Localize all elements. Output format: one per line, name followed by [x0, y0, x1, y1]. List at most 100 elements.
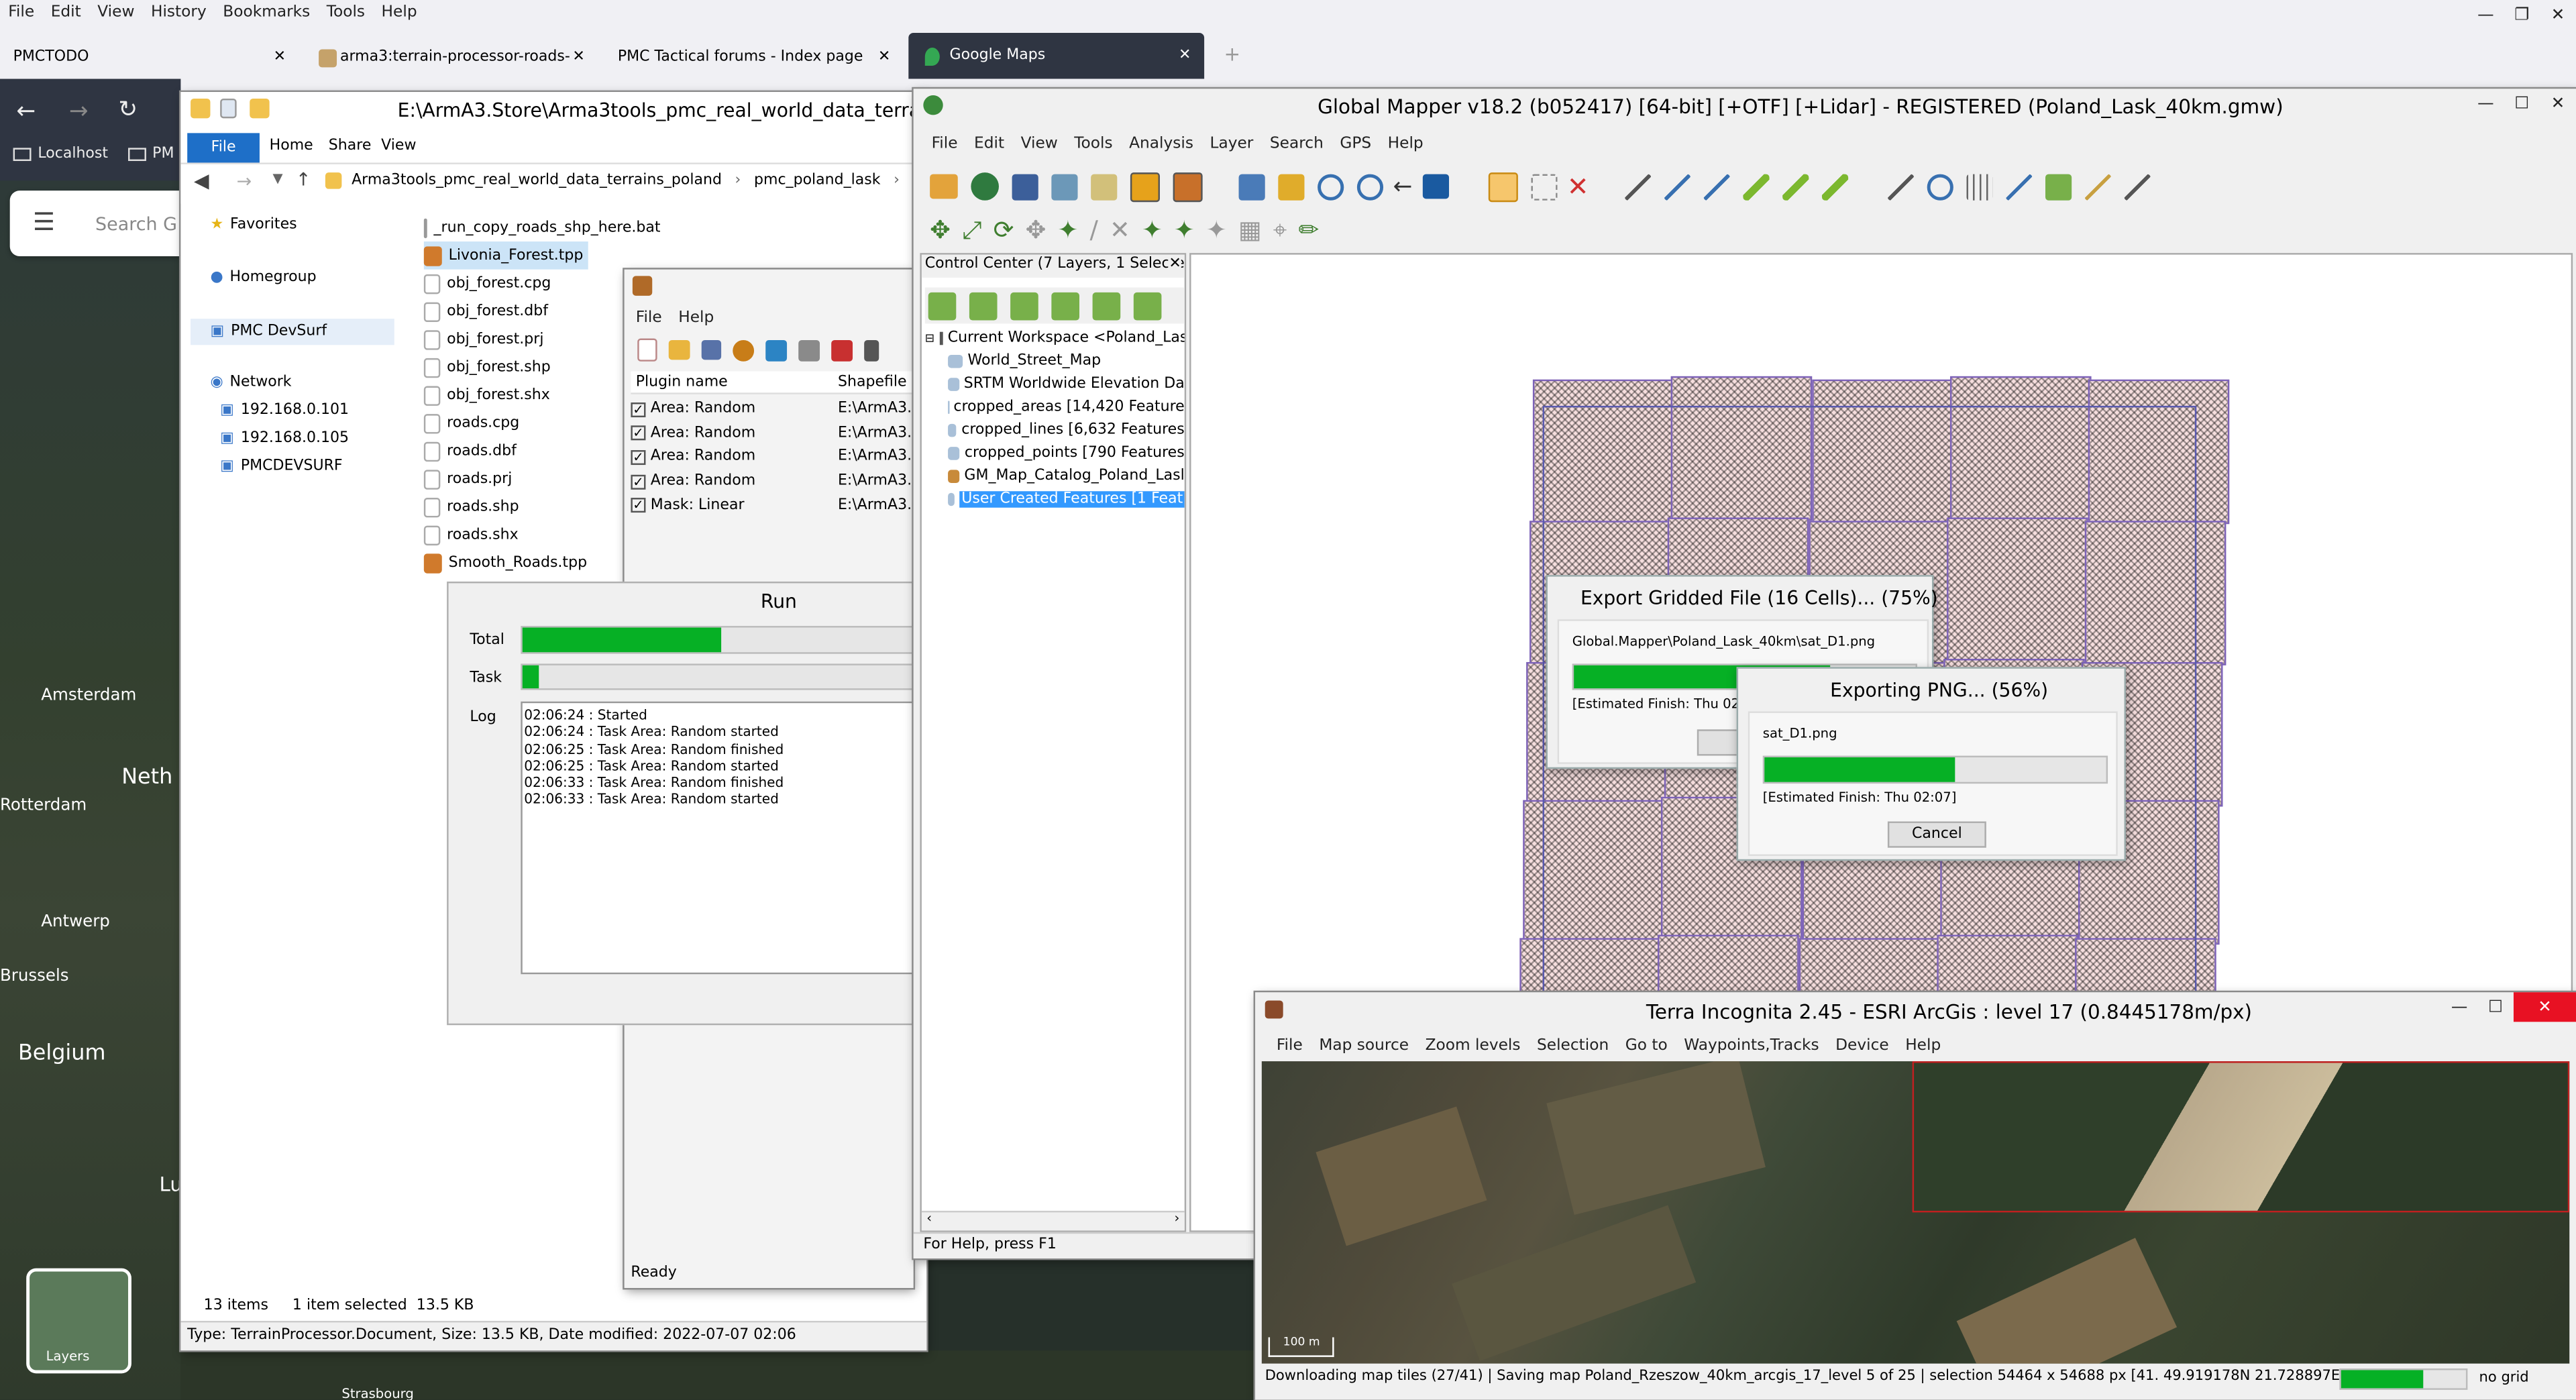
scroll-right-icon[interactable]: ›	[1175, 1211, 1180, 1226]
menu-help[interactable]: Help	[373, 3, 425, 21]
tool-icon[interactable]	[864, 339, 879, 361]
menu-analysis[interactable]: Analysis	[1121, 135, 1201, 153]
menu-help[interactable]: Help	[1897, 1036, 1949, 1055]
ti-satellite-map[interactable]: 100 m	[1261, 1061, 2570, 1364]
tree-item-layer[interactable]: cropped_points [790 Features	[925, 442, 1185, 465]
minimize-icon[interactable]: —	[2441, 992, 2477, 1022]
area-icon[interactable]	[2045, 173, 2072, 200]
close-layers-icon[interactable]	[969, 291, 998, 320]
list-item[interactable]: roads.cpg	[423, 409, 654, 437]
tab-close-icon[interactable]: ✕	[1179, 48, 1191, 64]
resize-icon[interactable]: ⤢	[962, 215, 981, 245]
tree-item-layer-selected[interactable]: User Created Features [1 Feat	[925, 488, 1185, 510]
new-file-icon[interactable]	[637, 338, 657, 362]
tab-close-icon[interactable]: ✕	[572, 49, 585, 66]
hamburger-icon[interactable]: ☰	[33, 207, 55, 237]
tree-item-layer[interactable]: cropped_lines [6,632 Features	[925, 419, 1185, 441]
restore-icon[interactable]: ❐	[2504, 0, 2540, 30]
properties-icon[interactable]	[220, 98, 237, 119]
list-item[interactable]: roads.shx	[423, 521, 654, 549]
table-row[interactable]: ✓ Area: Random E:\ArmA3.S	[631, 445, 921, 470]
back-arrow-icon[interactable]: ←	[1393, 173, 1413, 199]
list-item[interactable]: roads.shp	[423, 493, 654, 521]
menu-waypoints-tracks[interactable]: Waypoints,Tracks	[1676, 1036, 1827, 1055]
menu-file[interactable]: File	[1269, 1036, 1311, 1055]
breadcrumb-item[interactable]: pmc_poland_lask	[754, 172, 881, 189]
list-item[interactable]: obj_forest.cpg	[423, 270, 654, 298]
nav-host-105[interactable]: ▣ 192.168.0.105	[220, 431, 349, 447]
tab-terrain-processor[interactable]: arma3:terrain-processor-roads- ✕	[306, 36, 592, 79]
gear-icon[interactable]	[733, 339, 755, 361]
menu-edit[interactable]: Edit	[966, 135, 1013, 153]
map-satellite[interactable]: ☰ Search G Amsterdam Neth Rotterdam Antw…	[0, 180, 182, 1400]
list-item[interactable]: obj_forest.prj	[423, 325, 654, 354]
move-disabled-icon[interactable]: ✥	[1026, 215, 1046, 245]
show-layer-icon[interactable]	[1133, 291, 1162, 320]
col-shapefile[interactable]: Shapefile	[838, 374, 907, 390]
run-icon[interactable]	[831, 339, 853, 361]
pan-hand-icon[interactable]	[1278, 173, 1305, 200]
config-icon[interactable]	[1091, 173, 1118, 200]
open-folder-icon[interactable]	[668, 339, 690, 360]
line-split-icon[interactable]	[1703, 173, 1731, 200]
col-plugin-name[interactable]: Plugin name	[636, 374, 728, 390]
settings-icon[interactable]	[798, 339, 820, 361]
ribbon-view-tab[interactable]: View	[381, 138, 416, 154]
control-center-scrollbar[interactable]: ‹ ›	[921, 1210, 1185, 1231]
layer-options-icon[interactable]	[1051, 291, 1079, 320]
grid-icon[interactable]	[1966, 173, 1993, 200]
menu-view[interactable]: View	[1012, 135, 1066, 153]
nav-host-101[interactable]: ▣ 192.168.0.101	[220, 402, 349, 419]
layers-button[interactable]: Layers	[26, 1268, 131, 1374]
edit-pencil-icon[interactable]	[1488, 171, 1518, 202]
line-tool-icon[interactable]	[1625, 173, 1652, 200]
menu-selection[interactable]: Selection	[1529, 1036, 1617, 1055]
bookmark-pm[interactable]: PM	[152, 146, 174, 162]
nav-network[interactable]: ◉ Network	[210, 374, 291, 390]
search-input[interactable]: Search G	[95, 213, 177, 235]
import-icon[interactable]	[765, 339, 788, 361]
ribbon-share-tab[interactable]: Share	[329, 138, 372, 154]
menu-zoom-levels[interactable]: Zoom levels	[1417, 1036, 1528, 1055]
back-icon[interactable]: ◀	[194, 169, 209, 192]
menu-layer[interactable]: Layer	[1201, 135, 1261, 153]
nav-host-pmcdevsurf[interactable]: ▣ PMCDEVSURF	[220, 458, 342, 474]
minimize-icon[interactable]: —	[2467, 0, 2504, 30]
breadcrumb-item[interactable]: Arma3tools_pmc_real_world_data_terrains_…	[352, 172, 722, 189]
rotate-icon[interactable]: ⟳	[994, 215, 1014, 245]
enabled-checkbox[interactable]: ✓	[631, 449, 646, 466]
tree-item-layer[interactable]: World_Street_Map	[925, 350, 1185, 373]
table-row[interactable]: ✓ Mask: Linear E:\ArmA3.S	[631, 494, 921, 518]
menu-map-source[interactable]: Map source	[1311, 1036, 1417, 1055]
maximize-icon[interactable]: ☐	[2477, 992, 2514, 1022]
add-vertex-icon[interactable]: ✦	[1058, 215, 1079, 245]
tree-item-workspace[interactable]: ⊟ Current Workspace <Poland_Las	[925, 327, 1185, 349]
menu-file[interactable]: File	[628, 309, 670, 327]
bookmark-localhost[interactable]: Localhost	[38, 146, 108, 162]
close-icon[interactable]: ✕	[2540, 0, 2576, 30]
tab-pmc-forums[interactable]: PMC Tactical forums - Index page ✕	[608, 36, 897, 79]
line-vertex-icon[interactable]	[1822, 173, 1849, 200]
edit-icon[interactable]	[2124, 173, 2151, 200]
reload-icon[interactable]: ↻	[118, 97, 138, 123]
recent-dropdown-icon[interactable]: ▼	[273, 171, 283, 186]
enabled-checkbox[interactable]: ✓	[631, 498, 646, 513]
close-icon[interactable]: ✕	[2540, 89, 2576, 118]
save-icon[interactable]	[701, 339, 722, 360]
table-row[interactable]: ✓ Area: Random E:\ArmA3.S	[631, 470, 921, 494]
menu-file[interactable]: File	[0, 3, 42, 21]
menu-search[interactable]: Search	[1262, 135, 1332, 153]
list-item[interactable]: obj_forest.dbf	[423, 297, 654, 325]
collapse-icon[interactable]: ⊟	[925, 332, 934, 345]
list-item-selected[interactable]: Livonia_Forest.tpp	[423, 241, 588, 270]
list-item[interactable]: roads.dbf	[423, 437, 654, 465]
crop-icon[interactable]: ⌖	[1273, 215, 1287, 245]
table-row[interactable]: ✓ Area: Random E:\ArmA3.S	[631, 421, 921, 445]
list-item[interactable]: _run_copy_roads_shp_here.bat	[423, 213, 661, 241]
up-icon[interactable]: ↑	[296, 169, 311, 191]
digitizer-select-icon[interactable]	[1238, 173, 1265, 200]
pencil-icon[interactable]	[2085, 173, 2112, 200]
list-item[interactable]: obj_forest.shp	[423, 354, 654, 382]
forward-icon[interactable]: →	[69, 99, 89, 125]
tab-google-maps[interactable]: Google Maps ✕	[908, 32, 1205, 79]
